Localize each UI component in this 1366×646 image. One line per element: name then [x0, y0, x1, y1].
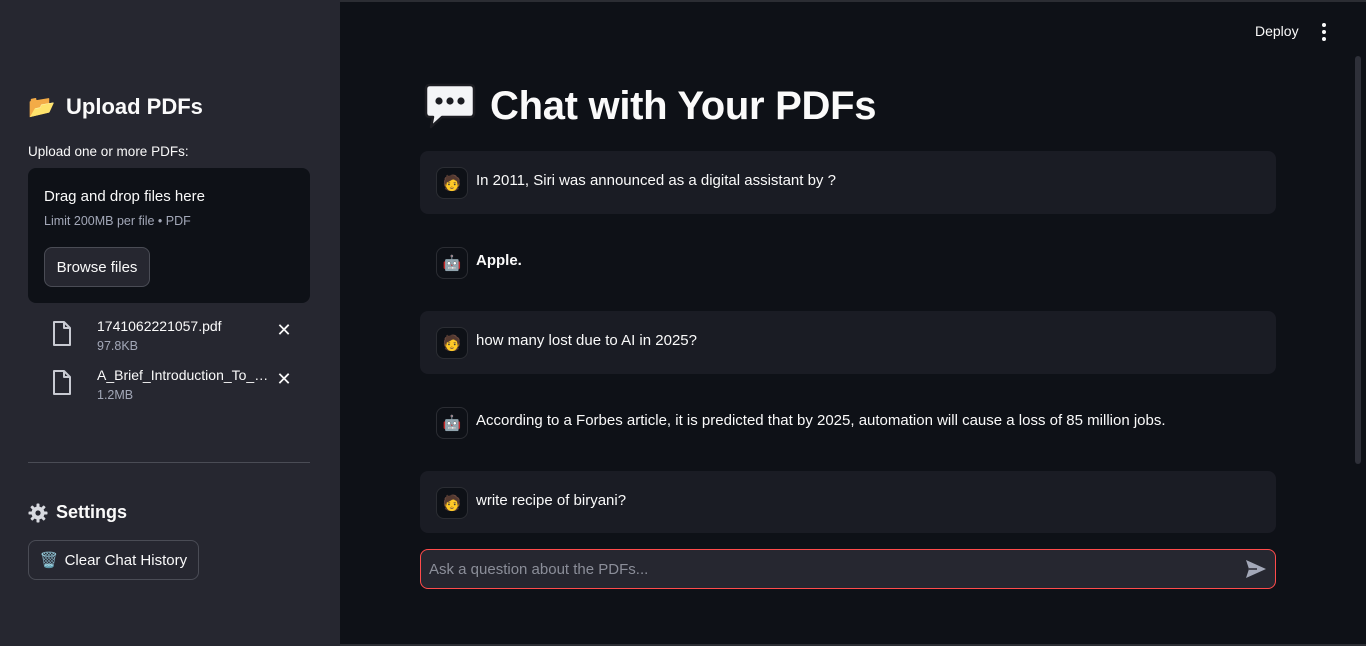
message-text: write recipe of biryani?: [476, 492, 627, 509]
chat-message-assistant: 🤖 According to a Forbes article, it is p…: [420, 391, 1276, 454]
page-title: Chat with Your PDFs: [424, 82, 876, 130]
clear-chat-history-button[interactable]: 🗑️ Clear Chat History: [28, 540, 199, 580]
chat-message-assistant: 🤖 Apple.: [420, 231, 1276, 294]
dropzone-limit: Limit 200MB per file • PDF: [44, 214, 191, 228]
main-scrollbar[interactable]: [1355, 56, 1361, 464]
chat-message-user: 🧑 how many lost due to AI in 2025?: [420, 311, 1276, 374]
upload-header: 📂 Upload PDFs: [28, 94, 203, 120]
message-text: how many lost due to AI in 2025?: [476, 332, 697, 349]
clear-chat-label: Clear Chat History: [64, 551, 188, 569]
file-dropzone[interactable]: Drag and drop files here Limit 200MB per…: [28, 168, 310, 303]
settings-title: Settings: [56, 502, 128, 522]
uploaded-file-item: A_Brief_Introduction_To_AI.pdf 1.2MB ✕: [50, 367, 310, 407]
upload-title: Upload PDFs: [66, 94, 203, 119]
remove-file-icon[interactable]: ✕: [274, 369, 294, 389]
chat-message-user: 🧑 In 2011, Siri was announced as a digit…: [420, 151, 1276, 214]
send-icon[interactable]: [1245, 559, 1267, 579]
user-avatar: 🧑: [436, 167, 468, 199]
settings-header: Settings: [28, 502, 127, 523]
trash-icon: 🗑️: [39, 552, 59, 569]
page-title-text: Chat with Your PDFs: [490, 83, 877, 128]
chat-message-user: 🧑 write recipe of biryani?: [420, 471, 1276, 533]
file-icon: [53, 370, 71, 395]
message-text: In 2011, Siri was announced as a digital…: [476, 172, 836, 189]
vertical-dots-icon[interactable]: [1316, 21, 1332, 43]
sidebar: 📂 Upload PDFs Upload one or more PDFs: D…: [0, 0, 340, 646]
upload-label: Upload one or more PDFs:: [28, 144, 189, 159]
uploaded-file-item: 1741062221057.pdf 97.8KB ✕: [50, 318, 310, 358]
chat-input[interactable]: [429, 550, 1229, 588]
message-text: Apple.: [476, 252, 522, 269]
browse-files-button[interactable]: Browse files: [44, 247, 150, 287]
gear-icon: [28, 503, 48, 522]
speech-bubble-icon: [424, 83, 476, 129]
folder-icon: 📂: [28, 94, 56, 119]
file-name: 1741062221057.pdf: [97, 318, 222, 334]
chat-input-box[interactable]: [420, 549, 1276, 589]
file-name: A_Brief_Introduction_To_AI.pdf: [97, 367, 272, 383]
dropzone-title: Drag and drop files here: [44, 188, 205, 205]
user-avatar: 🧑: [436, 327, 468, 359]
remove-file-icon[interactable]: ✕: [274, 320, 294, 340]
user-avatar: 🧑: [436, 487, 468, 519]
message-text: According to a Forbes article, it is pre…: [476, 412, 1166, 429]
file-size: 97.8KB: [97, 339, 139, 353]
file-icon: [53, 321, 71, 346]
assistant-avatar: 🤖: [436, 407, 468, 439]
file-size: 1.2MB: [97, 388, 134, 402]
sidebar-divider: [28, 462, 310, 463]
deploy-button[interactable]: Deploy: [1243, 21, 1311, 41]
assistant-avatar: 🤖: [436, 247, 468, 279]
